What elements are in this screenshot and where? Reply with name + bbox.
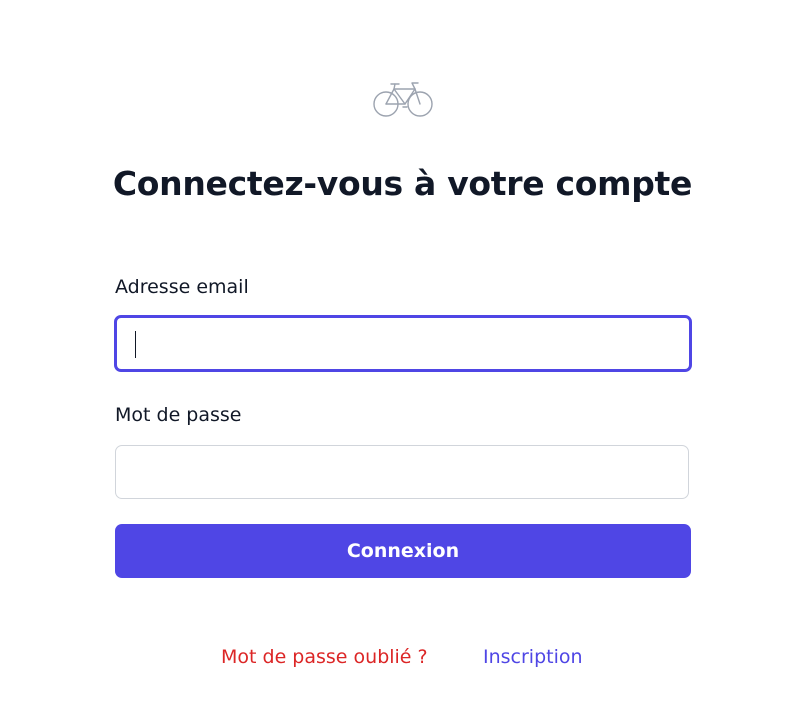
password-label: Mot de passe bbox=[115, 404, 242, 426]
login-page: Connectez-vous à votre compte Adresse em… bbox=[0, 0, 805, 712]
email-label: Adresse email bbox=[115, 276, 249, 298]
email-field[interactable] bbox=[114, 315, 692, 372]
email-input[interactable] bbox=[117, 318, 689, 369]
bicycle-icon bbox=[373, 82, 433, 117]
forgot-password-link[interactable]: Mot de passe oublié ? bbox=[221, 646, 428, 668]
login-button[interactable]: Connexion bbox=[115, 524, 691, 578]
signup-link[interactable]: Inscription bbox=[483, 646, 583, 668]
password-field[interactable] bbox=[115, 445, 689, 499]
page-title: Connectez-vous à votre compte bbox=[112, 164, 693, 203]
password-input[interactable] bbox=[116, 446, 688, 498]
text-caret bbox=[135, 331, 136, 358]
